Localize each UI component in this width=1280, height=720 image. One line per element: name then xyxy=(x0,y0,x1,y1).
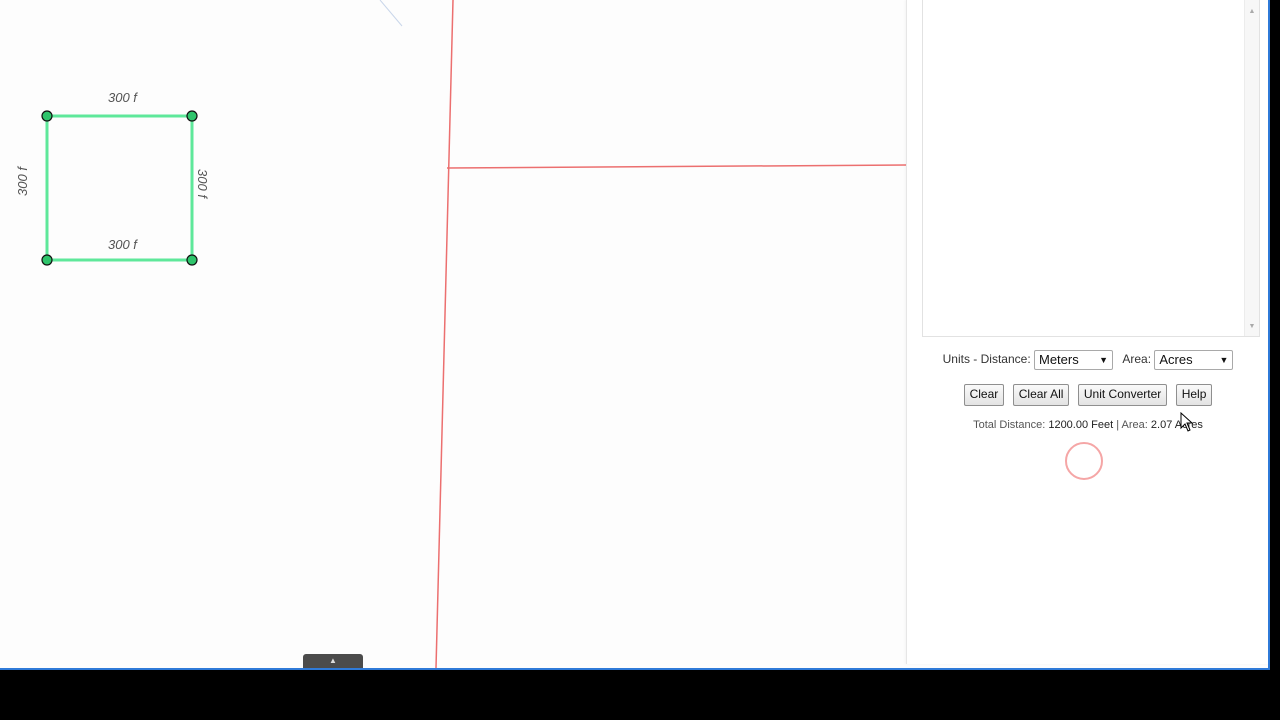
scroll-down-icon[interactable]: ▼ xyxy=(1245,323,1259,330)
chevron-down-icon: ▼ xyxy=(1219,355,1229,365)
total-distance-label: Total Distance: xyxy=(973,419,1046,431)
measurement-panel: ▲ ▼ Units - Distance: Meters ▼ Area: Acr… xyxy=(906,0,1269,664)
area-unit-select[interactable]: Acres ▼ xyxy=(1154,350,1234,370)
total-area-label: Area: xyxy=(1121,419,1148,431)
measurement-results-box[interactable]: ▲ ▼ xyxy=(922,0,1260,337)
window-bottom-border xyxy=(0,668,1270,670)
results-scrollbar[interactable]: ▲ ▼ xyxy=(1244,0,1259,336)
vertex-bottom-right[interactable] xyxy=(186,254,198,266)
window-right-border xyxy=(1268,0,1270,670)
measurement-totals: Total Distance: 1200.00 Feet | Area: 2.0… xyxy=(907,419,1269,431)
area-unit-value: Acres xyxy=(1159,352,1193,367)
measure-label-left: 300 f xyxy=(14,167,30,196)
button-row: Clear Clear All Unit Converter Help xyxy=(907,384,1269,406)
chevron-up-icon: ▲ xyxy=(329,656,337,665)
map-viewport[interactable]: 300 f 300 f 300 f 300 f ▲ ▼ Units - Dist… xyxy=(0,0,1270,668)
parcel-line-horizontal xyxy=(446,164,906,169)
measure-label-bottom: 300 f xyxy=(108,237,137,252)
vertex-top-right[interactable] xyxy=(186,110,198,122)
vertex-bottom-left[interactable] xyxy=(41,254,53,266)
distance-unit-select[interactable]: Meters ▼ xyxy=(1034,350,1113,370)
distance-unit-value: Meters xyxy=(1039,352,1079,367)
clear-button[interactable]: Clear xyxy=(963,384,1005,406)
mouse-cursor-icon xyxy=(1180,412,1194,432)
loading-spinner-icon xyxy=(1065,442,1103,480)
vertex-top-left[interactable] xyxy=(41,110,53,122)
chevron-down-icon: ▼ xyxy=(1099,355,1108,365)
help-button[interactable]: Help xyxy=(1175,384,1213,406)
totals-separator: | xyxy=(1116,419,1120,431)
parcel-line-vertical xyxy=(435,0,454,668)
measure-label-top: 300 f xyxy=(108,90,137,105)
faint-map-line xyxy=(379,0,403,27)
unit-converter-button[interactable]: Unit Converter xyxy=(1077,384,1168,406)
units-row: Units - Distance: Meters ▼ Area: Acres ▼ xyxy=(907,350,1269,370)
total-distance-value: 1200.00 Feet xyxy=(1048,419,1114,431)
total-area-value: 2.07 Acres xyxy=(1150,419,1203,431)
scroll-up-icon[interactable]: ▲ xyxy=(1245,8,1259,15)
expand-panel-toggle[interactable]: ▲ xyxy=(303,654,363,668)
distance-units-label: Units - Distance: xyxy=(942,352,1031,367)
measure-label-right: 300 f xyxy=(194,169,210,198)
area-units-label: Area: xyxy=(1122,352,1152,367)
clear-all-button[interactable]: Clear All xyxy=(1012,384,1070,406)
